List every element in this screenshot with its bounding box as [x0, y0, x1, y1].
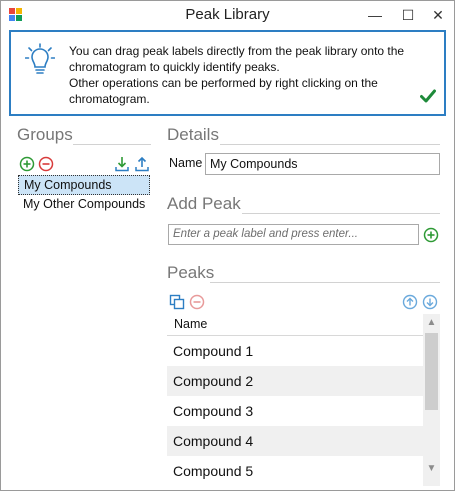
remove-group-icon[interactable]	[38, 156, 54, 172]
scroll-up-arrow-icon[interactable]: ▲	[423, 314, 440, 331]
name-field[interactable]: My Compounds	[205, 153, 440, 175]
copy-peak-icon[interactable]	[169, 294, 185, 310]
move-down-icon[interactable]	[422, 294, 438, 310]
move-up-icon[interactable]	[402, 294, 418, 310]
table-row[interactable]: Compound 2	[167, 366, 423, 396]
table-row[interactable]: Compound 4	[167, 426, 423, 456]
export-group-icon[interactable]	[134, 156, 150, 172]
add-group-icon[interactable]	[19, 156, 35, 172]
minimize-button[interactable]: —	[359, 1, 391, 29]
close-icon: ✕	[432, 6, 444, 23]
table-row[interactable]: Compound 1	[167, 336, 423, 366]
title-bar[interactable]: Peak Library — ☐ ✕	[1, 1, 454, 31]
banner-line-1: You can drag peak labels directly from t…	[69, 44, 405, 74]
table-row[interactable]: Compound 3	[167, 396, 423, 426]
add-peak-heading: Add Peak	[167, 194, 241, 213]
minimize-icon: —	[368, 7, 382, 23]
peak-library-window: Peak Library — ☐ ✕ You can drag peak lab…	[0, 0, 455, 491]
scroll-down-arrow-icon[interactable]: ▼	[423, 460, 440, 477]
add-peak-icon[interactable]	[423, 227, 439, 243]
peaks-divider	[210, 282, 440, 283]
peaks-scrollbar[interactable]: ▲ ▼	[423, 314, 440, 486]
add-peak-divider	[242, 213, 440, 214]
group-item-my-other-compounds[interactable]: My Other Compounds	[18, 195, 145, 215]
name-column-header[interactable]: Name	[167, 314, 423, 336]
peaks-table[interactable]: Name Compound 1 Compound 2 Compound 3 Co…	[167, 314, 440, 486]
peaks-heading: Peaks	[167, 263, 215, 282]
dismiss-check-icon[interactable]	[420, 89, 436, 103]
remove-peak-icon[interactable]	[189, 294, 205, 310]
lightbulb-icon	[25, 43, 55, 74]
close-button[interactable]: ✕	[422, 1, 454, 29]
group-item-my-compounds[interactable]: My Compounds	[18, 175, 150, 195]
details-divider	[220, 144, 440, 145]
scrollbar-thumb[interactable]	[425, 333, 438, 410]
import-group-icon[interactable]	[114, 156, 130, 172]
peak-label-input[interactable]: Enter a peak label and press enter...	[168, 224, 419, 245]
maximize-icon: ☐	[401, 6, 415, 23]
maximize-button[interactable]: ☐	[392, 1, 424, 29]
groups-divider	[73, 144, 151, 145]
banner-message: You can drag peak labels directly from t…	[69, 43, 434, 107]
name-label: Name	[169, 156, 203, 170]
groups-heading: Groups	[17, 125, 73, 144]
banner-line-2: Other operations can be performed by rig…	[69, 76, 378, 106]
info-banner: You can drag peak labels directly from t…	[9, 30, 446, 116]
table-row[interactable]: Compound 5	[167, 456, 423, 486]
details-heading: Details	[167, 125, 219, 144]
